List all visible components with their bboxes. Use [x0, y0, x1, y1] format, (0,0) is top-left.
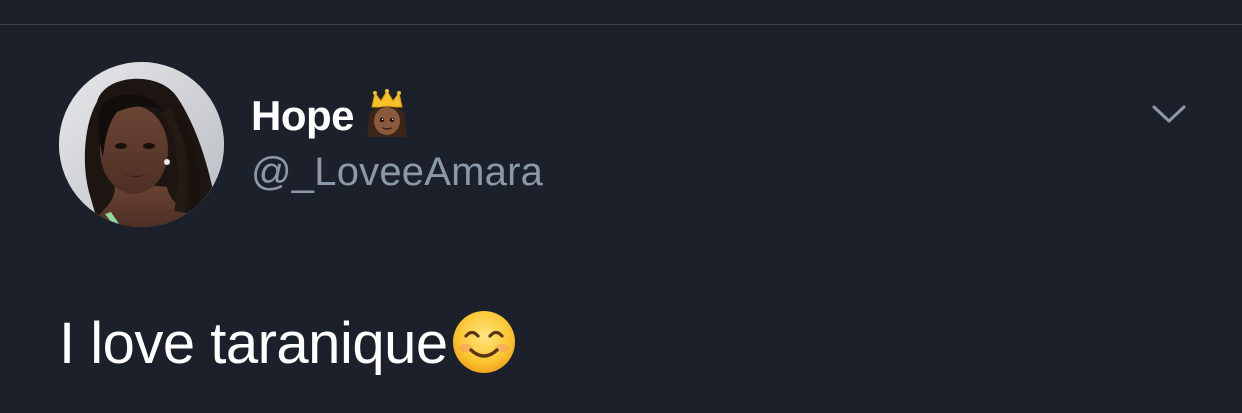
princess-emoji-icon	[364, 88, 410, 144]
divider	[0, 24, 1242, 25]
chevron-down-icon[interactable]	[1149, 98, 1189, 130]
tweet-text: I love taranique	[59, 311, 448, 376]
user-handle[interactable]: @_LoveeAmara	[251, 152, 543, 192]
display-name[interactable]: Hope	[251, 88, 410, 144]
smiling-face-emoji-icon	[450, 308, 518, 381]
avatar[interactable]	[59, 62, 224, 227]
tweet-card: Hope @_LoveeAmara I love taranique	[0, 0, 1242, 413]
tweet-body: I love taranique	[59, 308, 518, 380]
display-name-text: Hope	[251, 92, 355, 139]
avatar-image	[59, 62, 224, 227]
